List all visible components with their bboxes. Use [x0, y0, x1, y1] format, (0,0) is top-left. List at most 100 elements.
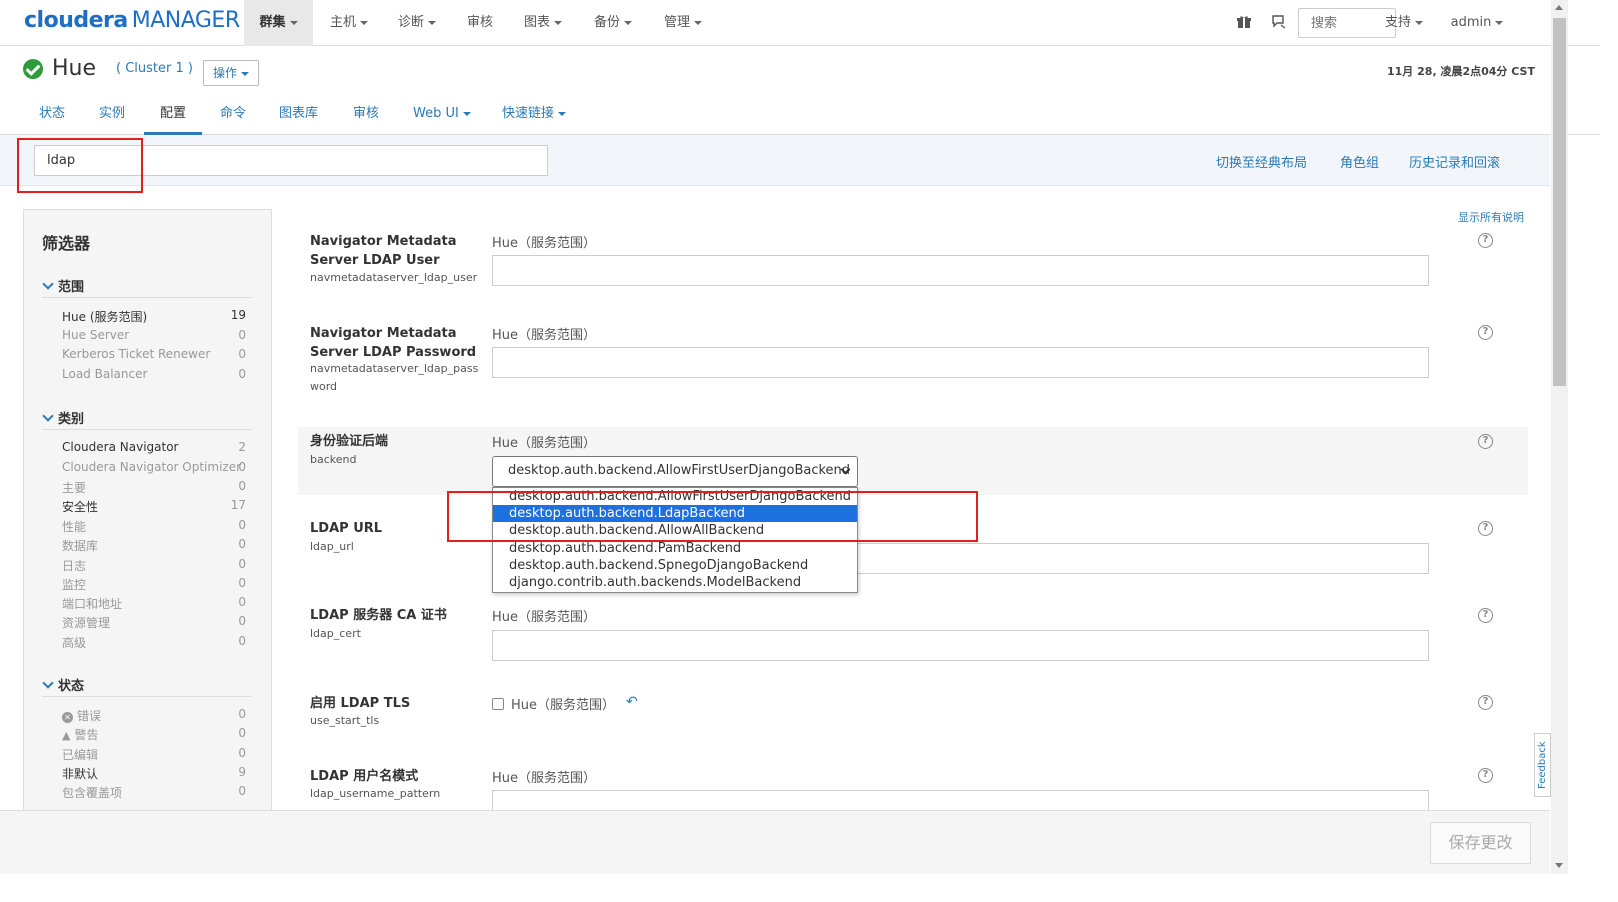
- feedback-tab[interactable]: Feedback: [1534, 733, 1551, 797]
- filter-scope-item[interactable]: Hue Server: [62, 328, 129, 342]
- filter-category-item[interactable]: 端口和地址: [62, 595, 122, 612]
- help-icon[interactable]: ?: [1478, 768, 1493, 783]
- filter-category-item[interactable]: 安全性: [62, 498, 98, 515]
- ldap-username-pattern-input[interactable]: [492, 790, 1429, 812]
- help-icon[interactable]: ?: [1478, 434, 1493, 449]
- dropdown-option[interactable]: desktop.auth.backend.PamBackend: [493, 540, 857, 557]
- auth-backend-dropdown-list[interactable]: desktop.auth.backend.AllowFirstUserDjang…: [492, 487, 858, 593]
- filter-status-item[interactable]: 已编辑: [62, 746, 98, 763]
- tab-commands[interactable]: 命令: [220, 95, 246, 135]
- tab-quick-links[interactable]: 快速链接: [502, 95, 567, 135]
- dropdown-option[interactable]: desktop.auth.backend.SpnegoDjangoBackend: [493, 557, 857, 574]
- divider: [42, 297, 252, 298]
- filter-count: 0: [238, 746, 246, 760]
- ldap-password-input[interactable]: [492, 347, 1429, 378]
- filter-scope-item[interactable]: Load Balancer: [62, 367, 147, 381]
- dropdown-option[interactable]: desktop.auth.backend.AllowFirstUserDjang…: [493, 488, 857, 505]
- gift-icon[interactable]: [1237, 15, 1251, 29]
- chevron-down-icon: [42, 410, 54, 422]
- config-search-input[interactable]: [34, 145, 548, 176]
- save-changes-button[interactable]: 保存更改: [1430, 822, 1531, 864]
- nav-backup-label: 备份: [593, 15, 620, 30]
- help-icon[interactable]: ?: [1478, 521, 1493, 536]
- cluster-link[interactable]: ( Cluster 1 ): [116, 61, 193, 76]
- filter-category-item[interactable]: 性能: [62, 518, 86, 535]
- nav-backup[interactable]: 备份: [582, 0, 644, 46]
- filter-section-status[interactable]: 状态: [42, 675, 84, 694]
- filter-category-item[interactable]: 日志: [62, 557, 86, 574]
- filter-count: 19: [230, 308, 246, 322]
- nav-audit-label: 审核: [466, 15, 493, 30]
- scroll-up-icon[interactable]: [1555, 5, 1563, 10]
- nav-user[interactable]: admin: [1444, 0, 1510, 46]
- help-icon[interactable]: ?: [1478, 325, 1493, 340]
- ldap-user-input[interactable]: [492, 255, 1429, 286]
- scrollbar-thumb[interactable]: [1553, 18, 1566, 386]
- nav-charts[interactable]: 图表: [512, 0, 574, 46]
- filter-category-item[interactable]: 资源管理: [62, 614, 110, 631]
- chevron-down-icon: [360, 20, 368, 25]
- filter-category-item[interactable]: 主要: [62, 479, 86, 496]
- show-all-descriptions-link[interactable]: 显示所有说明: [1458, 209, 1524, 225]
- filter-scope-item[interactable]: Hue (服务范围): [62, 308, 147, 325]
- nav-cluster[interactable]: 群集: [244, 0, 313, 46]
- dropdown-option[interactable]: desktop.auth.backend.AllowAllBackend: [493, 522, 857, 539]
- dropdown-option-highlighted[interactable]: desktop.auth.backend.LdapBackend: [493, 505, 857, 522]
- config-title: Navigator Metadata Server LDAP Password: [310, 326, 477, 360]
- filter-category-item[interactable]: 数据库: [62, 537, 98, 554]
- nav-audit[interactable]: 审核: [456, 0, 504, 46]
- filter-status-item[interactable]: 非默认: [62, 765, 98, 782]
- filter-count: 9: [238, 765, 246, 779]
- tab-web-ui[interactable]: Web UI: [413, 95, 471, 135]
- nav-support[interactable]: 支持: [1376, 0, 1432, 46]
- use-start-tls-checkbox[interactable]: [492, 698, 504, 710]
- config-key: navmetadataserver_ldap_password: [310, 362, 479, 393]
- filter-section-category[interactable]: 类别: [42, 408, 84, 427]
- chevron-down-icon: [289, 20, 298, 25]
- filter-category-item[interactable]: Cloudera Navigator: [62, 440, 178, 454]
- tab-chart-library[interactable]: 图表库: [279, 95, 318, 135]
- filter-category-item[interactable]: 监控: [62, 576, 86, 593]
- filter-section-scope[interactable]: 范围: [42, 276, 84, 295]
- filter-status-item[interactable]: ✕ 错误: [62, 707, 101, 724]
- history-rollback-link[interactable]: 历史记录和回滚: [1409, 152, 1500, 171]
- filter-category-item[interactable]: 高级: [62, 634, 86, 651]
- filter-count: 0: [238, 634, 246, 648]
- nav-hosts[interactable]: 主机: [318, 0, 380, 46]
- nav-admin[interactable]: 管理: [652, 0, 714, 46]
- tab-status[interactable]: 状态: [39, 95, 65, 135]
- bottom-action-bar: [0, 810, 1550, 874]
- undo-icon[interactable]: ↶: [626, 694, 638, 710]
- role-groups-link[interactable]: 角色组: [1340, 152, 1379, 171]
- switch-classic-layout-link[interactable]: 切换至经典布局: [1216, 152, 1307, 171]
- dropdown-option[interactable]: django.contrib.auth.backends.ModelBacken…: [493, 574, 857, 591]
- filter-scope-item[interactable]: Kerberos Ticket Renewer: [62, 347, 210, 361]
- filter-status-item[interactable]: 包含覆盖项: [62, 784, 122, 801]
- divider: [42, 429, 252, 430]
- config-scope: Hue（服务范围）: [492, 610, 597, 625]
- filter-count: 0: [238, 784, 246, 798]
- tab-instances[interactable]: 实例: [99, 95, 125, 135]
- tab-audit[interactable]: 审核: [353, 95, 379, 135]
- auth-backend-selected-value: desktop.auth.backend.AllowFirstUserDjang…: [508, 463, 851, 478]
- filter-count: 0: [238, 595, 246, 609]
- auth-backend-select[interactable]: desktop.auth.backend.AllowFirstUserDjang…: [492, 456, 858, 487]
- scroll-down-icon[interactable]: [1555, 863, 1563, 868]
- bell-icon[interactable]: [1271, 15, 1287, 29]
- ldap-cert-input[interactable]: [492, 630, 1429, 661]
- nav-hosts-label: 主机: [329, 15, 356, 30]
- filter-title: 筛选器: [42, 234, 91, 253]
- help-icon[interactable]: ?: [1478, 233, 1493, 248]
- config-row-highlight: [298, 427, 1528, 495]
- filter-count: 0: [238, 614, 246, 628]
- nav-diagnostics[interactable]: 诊断: [386, 0, 448, 46]
- tab-configuration[interactable]: 配置: [144, 95, 202, 135]
- help-icon[interactable]: ?: [1478, 608, 1493, 623]
- filter-status-item[interactable]: ▲ 警告: [62, 726, 98, 743]
- chevron-down-icon: [694, 20, 702, 25]
- actions-dropdown-button[interactable]: 操作: [203, 60, 259, 86]
- filter-count: 0: [238, 347, 246, 361]
- help-icon[interactable]: ?: [1478, 695, 1493, 710]
- filter-category-item[interactable]: Cloudera Navigator Optimizer: [62, 460, 241, 474]
- cloudera-manager-logo[interactable]: cloudera MANAGER: [24, 8, 240, 33]
